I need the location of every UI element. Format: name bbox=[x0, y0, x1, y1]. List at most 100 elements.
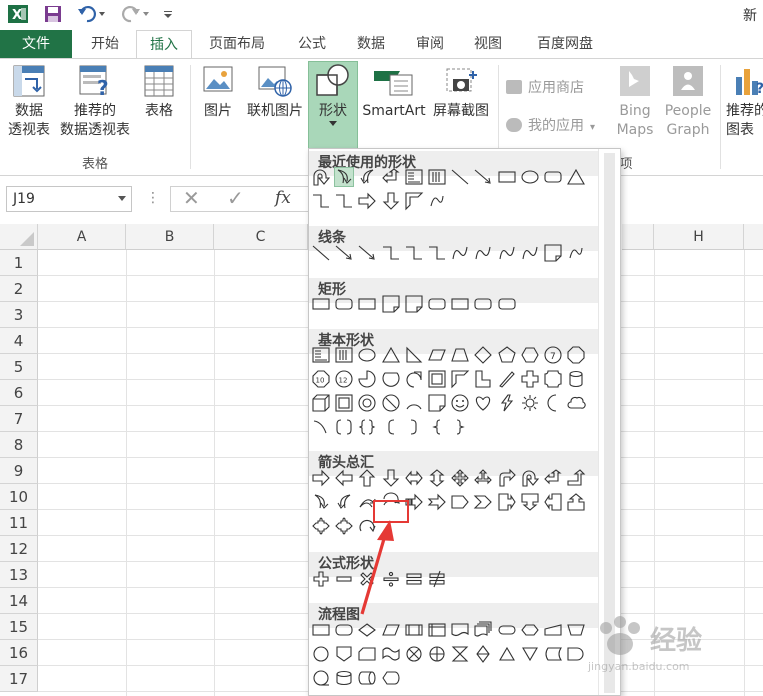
shape-fcDec-icon[interactable] bbox=[357, 620, 377, 640]
shape-fcTerm-icon[interactable] bbox=[497, 620, 517, 640]
shape-braces-icon[interactable] bbox=[357, 417, 377, 437]
shape-diamond-icon[interactable] bbox=[473, 345, 493, 365]
shape-fcDirect-icon[interactable] bbox=[357, 668, 377, 688]
shape-fcAlt-icon[interactable] bbox=[334, 620, 354, 640]
shape-halfframe-icon[interactable] bbox=[404, 191, 424, 211]
shape-arrowline-icon[interactable] bbox=[473, 167, 493, 187]
shape-rrect-icon[interactable] bbox=[473, 294, 493, 314]
shape-rtri-icon[interactable] bbox=[404, 345, 424, 365]
shape-cloud-icon[interactable] bbox=[566, 393, 586, 413]
shape-fcConn-icon[interactable] bbox=[311, 644, 331, 664]
shape-hex-icon[interactable] bbox=[520, 345, 540, 365]
shape-smile-icon[interactable] bbox=[450, 393, 470, 413]
row-header[interactable]: 3 bbox=[0, 302, 38, 328]
shape-fold-icon[interactable] bbox=[404, 294, 424, 314]
shape-arrowline-icon[interactable] bbox=[334, 243, 354, 263]
shape-vtextbox-icon[interactable] bbox=[334, 345, 354, 365]
shape-arcL-icon[interactable] bbox=[311, 417, 331, 437]
shape-calloutU-icon[interactable] bbox=[566, 492, 586, 512]
shape-calloutL-icon[interactable] bbox=[543, 492, 563, 512]
shape-chevron-icon[interactable] bbox=[473, 492, 493, 512]
insert-function-icon[interactable]: fx bbox=[275, 188, 291, 208]
shape-arrL-icon[interactable] bbox=[334, 468, 354, 488]
shape-circ7-icon[interactable]: 7 bbox=[543, 345, 563, 365]
app-store-button[interactable]: 应用商店 bbox=[506, 77, 616, 97]
shape-fcSum-icon[interactable] bbox=[404, 644, 424, 664]
tab-page-layout[interactable]: 页面布局 bbox=[196, 30, 278, 58]
shape-textbox-icon[interactable] bbox=[404, 167, 424, 187]
shape-circ10-icon[interactable]: 10 bbox=[311, 369, 331, 389]
tab-formulas[interactable]: 公式 bbox=[284, 30, 340, 58]
shape-rect-icon[interactable] bbox=[311, 294, 331, 314]
shape-curvL-icon[interactable] bbox=[334, 492, 354, 512]
my-apps-button[interactable]: 我的应用 ▾ bbox=[506, 115, 616, 135]
tab-insert[interactable]: 插入 bbox=[136, 30, 192, 59]
row-header[interactable]: 4 bbox=[0, 328, 38, 354]
name-box-caret-icon[interactable] bbox=[118, 196, 126, 201]
shape-slash-icon[interactable] bbox=[497, 369, 517, 389]
shape-uturn-icon[interactable] bbox=[311, 167, 331, 187]
shape-uturn-icon[interactable] bbox=[520, 468, 540, 488]
shape-oct-icon[interactable] bbox=[566, 345, 586, 365]
row-header[interactable]: 7 bbox=[0, 406, 38, 432]
shape-line-icon[interactable] bbox=[311, 243, 331, 263]
cancel-icon[interactable]: ✕ bbox=[183, 186, 200, 210]
shape-fcOr-icon[interactable] bbox=[427, 644, 447, 664]
shape-fcOffp-icon[interactable] bbox=[334, 644, 354, 664]
shape-arrR-icon[interactable] bbox=[311, 468, 331, 488]
shape-tri-icon[interactable] bbox=[566, 167, 586, 187]
shape-curve-icon[interactable] bbox=[520, 243, 540, 263]
shape-calloutR-icon[interactable] bbox=[497, 492, 517, 512]
shape-lupArr-icon[interactable] bbox=[381, 167, 401, 187]
people-graph-button[interactable]: People Graph bbox=[660, 63, 716, 140]
shape-bevel-icon[interactable] bbox=[334, 393, 354, 413]
row-header[interactable]: 14 bbox=[0, 588, 38, 614]
shape-cross-icon[interactable] bbox=[520, 369, 540, 389]
shape-notchedR-icon[interactable] bbox=[427, 492, 447, 512]
enter-icon[interactable]: ✓ bbox=[227, 186, 244, 210]
shape-pentArr-icon[interactable] bbox=[450, 492, 470, 512]
shape-bolt-icon[interactable] bbox=[497, 393, 517, 413]
shape-lupArr-icon[interactable] bbox=[543, 468, 563, 488]
tab-file[interactable]: 文件 bbox=[0, 30, 72, 58]
shape-curve-icon[interactable] bbox=[473, 243, 493, 263]
row-header[interactable]: 15 bbox=[0, 614, 38, 640]
shape-arc-icon[interactable] bbox=[404, 393, 424, 413]
shape-plus-icon[interactable] bbox=[311, 569, 331, 589]
tab-data[interactable]: 数据 bbox=[342, 30, 400, 58]
shape-rbracket-icon[interactable] bbox=[404, 417, 424, 437]
shape-fcDisk-icon[interactable] bbox=[334, 668, 354, 688]
shape-donut-icon[interactable] bbox=[357, 393, 377, 413]
shape-fold-icon[interactable] bbox=[543, 243, 563, 263]
shape-tri-icon[interactable] bbox=[381, 345, 401, 365]
shape-chord-icon[interactable] bbox=[381, 369, 401, 389]
row-header[interactable]: 9 bbox=[0, 458, 38, 484]
column-header[interactable]: B bbox=[126, 224, 214, 250]
shape-scribble-icon[interactable] bbox=[427, 191, 447, 211]
shape-fcProc-icon[interactable] bbox=[311, 620, 331, 640]
shape-arrD-icon[interactable] bbox=[381, 468, 401, 488]
tab-home[interactable]: 开始 bbox=[76, 30, 134, 58]
shape-line-icon[interactable] bbox=[450, 167, 470, 187]
shape-ellipse-icon[interactable] bbox=[520, 167, 540, 187]
shape-bentR-icon[interactable] bbox=[497, 468, 517, 488]
tab-view[interactable]: 视图 bbox=[460, 30, 516, 58]
shape-rbrace-icon[interactable] bbox=[450, 417, 470, 437]
customize-qat-icon[interactable] bbox=[160, 3, 176, 25]
row-header[interactable]: 1 bbox=[0, 250, 38, 276]
shape-fcInt-icon[interactable] bbox=[427, 620, 447, 640]
shape-arrUD-icon[interactable] bbox=[427, 468, 447, 488]
shape-fcDisplay-icon[interactable] bbox=[381, 668, 401, 688]
picture-button[interactable]: 图片 bbox=[196, 63, 240, 121]
shape-fcCard-icon[interactable] bbox=[357, 644, 377, 664]
recommended-chart-button[interactable]: ? 推荐的 图表 bbox=[726, 63, 763, 140]
column-header[interactable]: C bbox=[214, 224, 308, 250]
shape-fcData-icon[interactable] bbox=[381, 620, 401, 640]
recommended-pivot-button[interactable]: ? 推荐的 数据透视表 bbox=[56, 63, 134, 140]
shape-fcSeq-icon[interactable] bbox=[311, 668, 331, 688]
shape-textbox-icon[interactable] bbox=[311, 345, 331, 365]
shape-noSym-icon[interactable] bbox=[381, 393, 401, 413]
shape-curvR-icon[interactable] bbox=[334, 167, 355, 187]
shape-elbow-icon[interactable] bbox=[311, 191, 331, 211]
shape-pent-icon[interactable] bbox=[497, 345, 517, 365]
